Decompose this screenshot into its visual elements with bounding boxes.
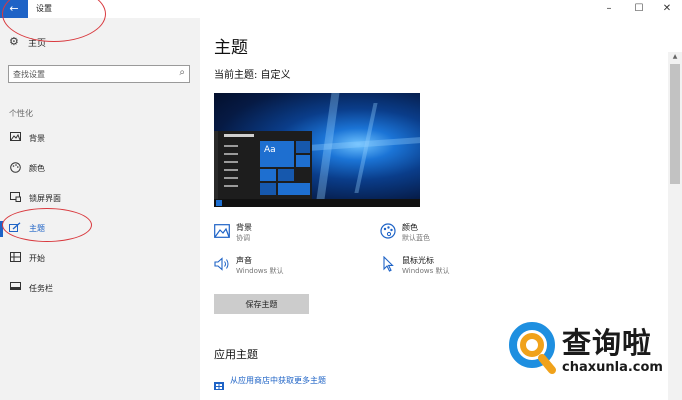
start-icon <box>9 252 21 264</box>
window-title: 设置 <box>36 4 52 13</box>
option-title: 颜色 <box>402 223 418 232</box>
preview-windows-icon <box>216 200 222 206</box>
sidebar-item-label: 锁屏界面 <box>29 194 61 203</box>
preview-start-line <box>224 145 238 147</box>
search-icon[interactable]: ⌕ <box>179 67 185 78</box>
active-indicator <box>0 221 3 237</box>
sidebar-item-label: 主题 <box>29 224 45 233</box>
speaker-icon <box>214 256 230 272</box>
option-title: 背景 <box>236 223 252 232</box>
sidebar-item-lock-screen[interactable]: 锁屏界面 <box>0 188 200 210</box>
palette-icon <box>9 162 21 174</box>
gear-icon: ⚙ <box>9 35 19 48</box>
store-icon <box>214 375 224 390</box>
minimize-button[interactable]: – <box>594 1 624 17</box>
sidebar-item-color[interactable]: 颜色 <box>0 158 200 180</box>
preview-taskbar <box>214 199 420 207</box>
store-link-text[interactable]: 从应用商店中获取更多主题 <box>230 375 326 386</box>
sidebar-item-label: 开始 <box>29 254 45 263</box>
option-color[interactable]: 颜色 默认蓝色 <box>380 222 520 248</box>
preview-tile <box>296 155 310 167</box>
current-theme-label: 当前主题: 自定义 <box>214 70 291 81</box>
sidebar-item-label: 背景 <box>29 134 45 143</box>
store-link[interactable]: 从应用商店中获取更多主题 <box>214 373 394 390</box>
option-title: 鼠标光标 <box>402 256 434 265</box>
title-bar: ← 设置 – ☐ ✕ <box>0 0 682 18</box>
watermark-logo-icon <box>509 322 556 374</box>
scroll-thumb[interactable] <box>670 64 680 184</box>
preview-start-line <box>224 161 238 163</box>
picture-icon <box>214 223 230 239</box>
close-icon: ✕ <box>662 3 672 14</box>
palette-icon <box>380 223 396 239</box>
sidebar-item-home[interactable]: ⚙ 主页 <box>0 33 200 53</box>
minimize-icon: – <box>606 3 612 14</box>
sidebar-item-label: 颜色 <box>29 164 45 173</box>
preview-tile <box>260 169 276 181</box>
preview-tile <box>278 169 294 181</box>
lock-screen-icon <box>9 192 21 204</box>
back-button[interactable]: ← <box>0 0 28 18</box>
option-sound[interactable]: 声音 Windows 默认 <box>214 255 354 281</box>
cursor-icon <box>380 255 396 272</box>
option-subtitle: Windows 默认 <box>402 267 450 275</box>
preview-tile: Aa <box>260 141 294 167</box>
sidebar-item-label: 任务栏 <box>29 284 53 293</box>
section-label: 个性化 <box>9 109 33 118</box>
brush-icon <box>9 222 21 234</box>
apply-theme-heading: 应用主题 <box>214 348 258 361</box>
sidebar-item-themes[interactable]: 主题 <box>0 218 200 240</box>
search-box[interactable]: ⌕ <box>8 65 190 83</box>
sidebar-item-start[interactable]: 开始 <box>0 248 200 270</box>
maximize-button[interactable]: ☐ <box>624 1 654 17</box>
sidebar-item-taskbar[interactable]: 任务栏 <box>0 278 200 300</box>
scroll-up-arrow-icon[interactable]: ▲ <box>668 52 682 62</box>
theme-preview: Aa <box>214 93 420 207</box>
preview-start-rail <box>214 131 218 199</box>
preview-start-line <box>224 185 238 187</box>
close-button[interactable]: ✕ <box>652 1 682 17</box>
preview-start-menu: Aa <box>214 131 312 199</box>
option-subtitle: Windows 默认 <box>236 267 284 275</box>
sidebar-item-label: 主页 <box>28 39 47 49</box>
taskbar-icon <box>9 282 21 294</box>
preview-tile <box>278 183 310 195</box>
search-input[interactable] <box>13 67 163 81</box>
watermark: 查询啦 chaxunla.com <box>508 318 678 390</box>
preview-tile <box>296 141 310 153</box>
watermark-domain: chaxunla.com <box>562 360 663 375</box>
watermark-brand: 查询啦 <box>562 326 653 360</box>
preview-start-line <box>224 153 238 155</box>
picture-icon <box>9 132 21 144</box>
preview-tile-text: Aa <box>264 145 276 155</box>
option-subtitle: 协调 <box>236 234 250 242</box>
preview-start-line <box>224 169 238 171</box>
preview-start-line <box>224 177 238 179</box>
preview-start-line <box>224 134 254 137</box>
page-title: 主题 <box>214 38 248 58</box>
option-title: 声音 <box>236 256 252 265</box>
option-subtitle: 默认蓝色 <box>402 234 430 242</box>
preview-tile <box>260 183 276 195</box>
sidebar: ⚙ 主页 ⌕ 个性化 背景 颜色 锁屏界面 主题 开始 <box>0 18 200 400</box>
maximize-icon: ☐ <box>634 3 644 14</box>
save-theme-button[interactable]: 保存主题 <box>214 294 309 314</box>
back-arrow-icon: ← <box>9 2 19 15</box>
option-background[interactable]: 背景 协调 <box>214 222 354 248</box>
sidebar-item-background[interactable]: 背景 <box>0 128 200 150</box>
option-mouse-cursor[interactable]: 鼠标光标 Windows 默认 <box>380 255 520 281</box>
preview-light-beam <box>354 103 378 193</box>
